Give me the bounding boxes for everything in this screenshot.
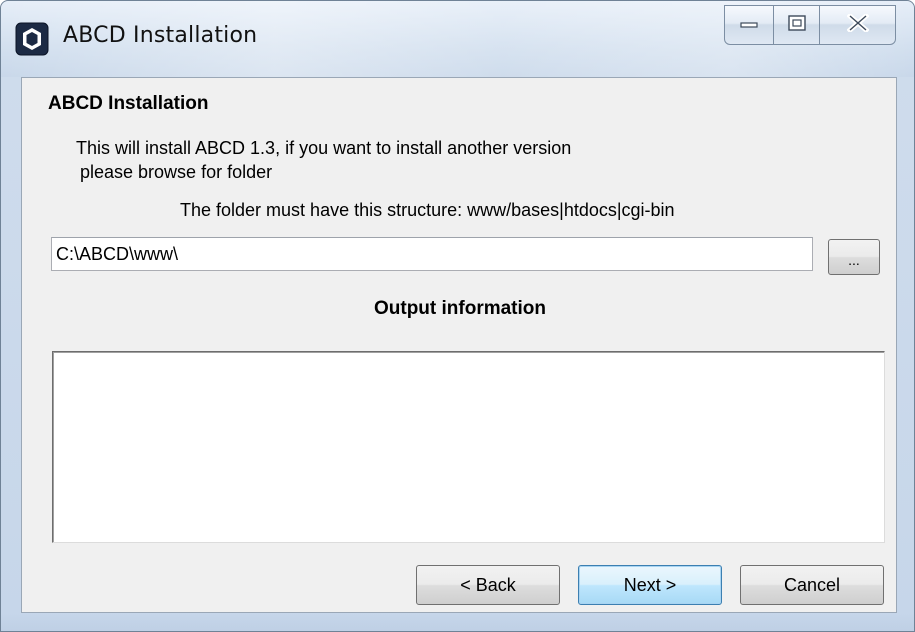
output-heading: Output information (373, 298, 547, 319)
maximize-icon (787, 14, 807, 37)
installation-heading: ABCD Installation (48, 93, 209, 114)
installer-window: ABCD Installation ABCD Installation This… (0, 0, 915, 632)
next-button[interactable]: Next > (578, 565, 722, 605)
dialog-client-area: ABCD Installation This will install ABCD… (21, 77, 897, 613)
window-title: ABCD Installation (63, 23, 258, 48)
browse-hint: please browse for folder (80, 162, 273, 182)
minimize-button[interactable] (724, 5, 774, 45)
install-description: This will install ABCD 1.3, if you want … (76, 138, 572, 158)
browse-folder-button[interactable]: ... (828, 239, 880, 275)
cancel-button[interactable]: Cancel (740, 565, 884, 605)
output-textarea[interactable] (52, 351, 885, 543)
back-button[interactable]: < Back (416, 565, 560, 605)
minimize-icon (739, 16, 759, 34)
close-button[interactable] (820, 5, 896, 45)
app-icon[interactable] (15, 22, 49, 56)
install-path-input[interactable] (51, 237, 813, 271)
caption-buttons (724, 5, 896, 45)
folder-structure-note: The folder must have this structure: www… (180, 200, 675, 220)
title-bar[interactable]: ABCD Installation (1, 1, 914, 77)
maximize-button[interactable] (774, 5, 820, 45)
close-icon (845, 11, 870, 37)
window-bottom-border (1, 613, 914, 631)
